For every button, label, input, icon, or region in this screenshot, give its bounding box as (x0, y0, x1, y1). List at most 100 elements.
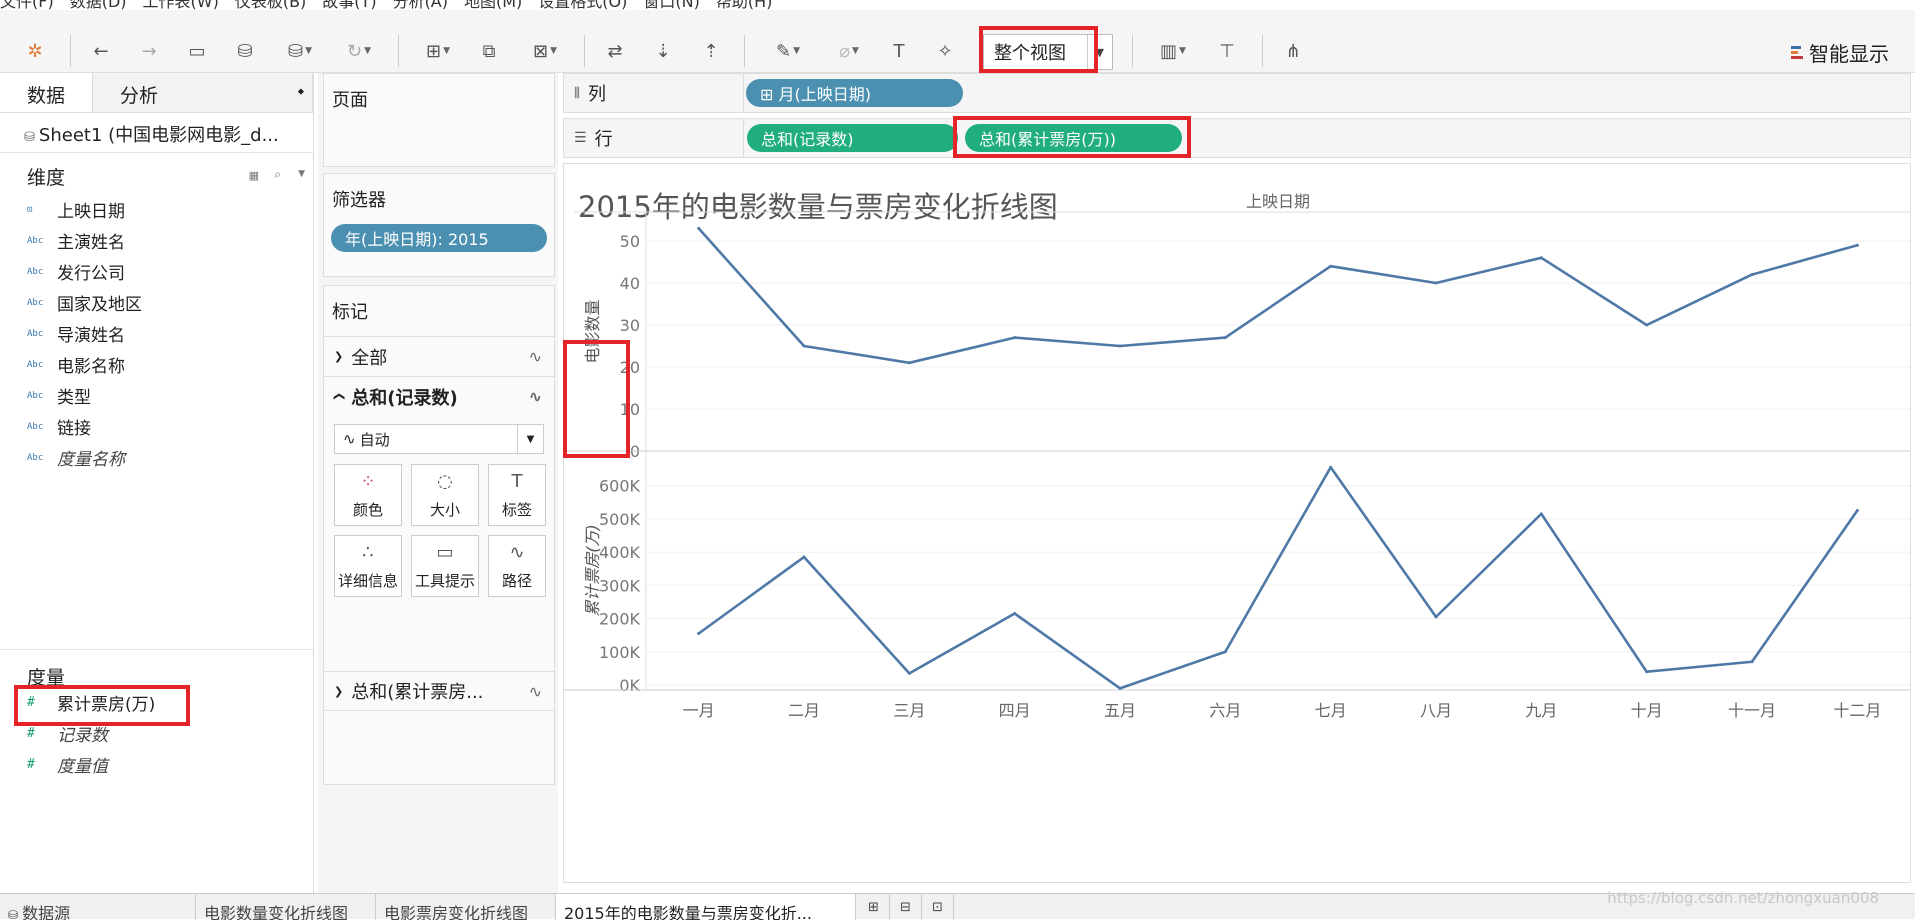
dimension-item[interactable]: Abc 发行公司 (0, 256, 313, 287)
tab-datasource[interactable]: ⛁ 数据源 (0, 894, 196, 920)
data-point[interactable] (1013, 336, 1017, 340)
measure-item[interactable]: # 度量值 (0, 749, 313, 780)
menu-item[interactable]: 工作表(W) (143, 0, 219, 10)
pages-card[interactable]: 页面 (323, 73, 555, 167)
data-point[interactable] (1223, 650, 1227, 654)
menu-item[interactable]: 文件(F) (0, 0, 54, 10)
data-point[interactable] (907, 671, 911, 675)
sort-ascending-icon[interactable]: ⇣ (650, 34, 676, 68)
dimension-item[interactable]: Abc 类型 (0, 380, 313, 411)
marks-all-row[interactable]: ❯ 全部 ∿ (324, 336, 554, 376)
series-line-1[interactable] (697, 466, 1859, 690)
swap-icon[interactable]: ⇄ (602, 34, 628, 68)
forward-icon[interactable]: → (136, 34, 162, 68)
data-point[interactable] (1013, 612, 1017, 616)
datasource-item[interactable]: ⛁ Sheet1 (中国电影网电影_d... (0, 113, 313, 153)
data-point[interactable] (1434, 615, 1438, 619)
columns-shelf[interactable]: ⫼ 列 ⊞ 月(上映日期) (563, 73, 1911, 113)
mark-type-select[interactable]: ∿ 自动 ▼ (334, 424, 544, 454)
marks-button-label[interactable]: T 标签 (488, 464, 546, 526)
smart-show-button[interactable]: 智能显示 (1791, 38, 1889, 67)
menu-item[interactable]: 设置格式(O) (538, 0, 627, 10)
tab-sheet-boxoffice[interactable]: 电影票房变化折线图 (376, 894, 556, 920)
menu-item[interactable]: 仪表板(B) (235, 0, 306, 10)
data-point[interactable] (697, 226, 701, 230)
series-line-0[interactable] (697, 227, 1858, 365)
data-point[interactable] (802, 555, 806, 559)
dimension-item[interactable]: Abc 度量名称 (0, 442, 313, 473)
pin-icon[interactable]: ✧ (932, 34, 958, 68)
data-point[interactable] (1539, 256, 1543, 260)
tab-sheet-combined[interactable]: 2015年的电影数量与票房变化折... (556, 894, 856, 920)
data-point[interactable] (907, 361, 911, 365)
data-point[interactable] (1750, 273, 1754, 277)
marks-button-path[interactable]: ∿ 路径 (488, 535, 546, 597)
new-dashboard-icon[interactable]: ⊟ (892, 894, 922, 920)
dimension-item[interactable]: Abc 国家及地区 (0, 287, 313, 318)
data-point[interactable] (1645, 323, 1649, 327)
menu-item[interactable]: 帮助(H) (716, 0, 773, 10)
menu-item[interactable]: 地图(M) (464, 0, 522, 10)
marks-sum-records-row[interactable]: ❯ 总和(记录数) ∿ (324, 376, 554, 416)
data-point[interactable] (1645, 670, 1649, 674)
tab-analysis[interactable]: 分析 ⬥ (93, 73, 313, 112)
dimension-item[interactable]: Abc 导演姓名 (0, 318, 313, 349)
rows-pill-records[interactable]: 总和(记录数) (747, 124, 958, 152)
data-point[interactable] (1539, 512, 1543, 516)
show-cards-icon[interactable]: ▥ ▼ (1150, 34, 1196, 68)
sort-descending-icon[interactable]: ⇡ (698, 34, 724, 68)
data-point[interactable] (1855, 509, 1859, 513)
menu-item[interactable]: 分析(A) (393, 0, 448, 10)
marks-button-detail[interactable]: ∴ 详细信息 (334, 535, 402, 597)
dimension-item[interactable]: Abc 链接 (0, 411, 313, 442)
marks-button-size[interactable]: ◌ 大小 (411, 464, 479, 526)
data-point[interactable] (1118, 686, 1122, 690)
highlight-icon[interactable]: ✎ ▼ (766, 34, 810, 68)
data-point[interactable] (802, 344, 806, 348)
data-point[interactable] (697, 631, 701, 635)
tab-sheet-count[interactable]: 电影数量变化折线图 (196, 894, 376, 920)
dimension-item[interactable]: ⊡ 上映日期 (0, 194, 313, 225)
chevron-down-icon[interactable]: ▼ (517, 425, 543, 453)
data-point[interactable] (1223, 336, 1227, 340)
data-point[interactable] (1329, 465, 1333, 469)
tab-data[interactable]: 数据 (0, 73, 94, 112)
dimension-item[interactable]: Abc 主演姓名 (0, 225, 313, 256)
view-toggle-icon[interactable]: ▦ (249, 169, 259, 182)
group-icon[interactable]: ⌀ ▼ (826, 34, 872, 68)
show-labels-icon[interactable]: T (886, 34, 912, 68)
new-sheet-icon[interactable]: ⊞ (860, 894, 890, 920)
search-icon[interactable]: ⌕ (274, 167, 281, 182)
filters-card[interactable]: 筛选器 年(上映日期): 2015 (323, 173, 555, 277)
data-point[interactable] (1855, 243, 1859, 247)
tableau-logo-icon[interactable]: ✲ (22, 34, 48, 68)
presentation-icon[interactable]: ⊤ (1214, 34, 1240, 68)
new-sheet-icon[interactable]: ⊞ ▼ (416, 34, 460, 68)
pause-datasource-icon[interactable]: ⛁ ▼ (280, 34, 320, 68)
data-point[interactable] (1750, 660, 1754, 664)
new-datasource-icon[interactable]: ⛁ (232, 34, 258, 68)
back-icon[interactable]: ← (88, 34, 114, 68)
new-story-icon[interactable]: ⊡ (924, 894, 954, 920)
abc-icon: Abc (27, 390, 44, 401)
menu-item[interactable]: 窗口(N) (643, 0, 699, 10)
rows-shelf[interactable]: ☰ 行 总和(记录数) 总和(累计票房(万)) (563, 118, 1911, 158)
duplicate-sheet-icon[interactable]: ⧉ (476, 34, 502, 68)
marks-button-tooltip[interactable]: ▭ 工具提示 (411, 535, 479, 597)
menu-item[interactable]: 数据(D) (70, 0, 127, 10)
clear-sheet-icon[interactable]: ⊠ ▼ (522, 34, 568, 68)
data-point[interactable] (1118, 344, 1122, 348)
dimension-item[interactable]: Abc 电影名称 (0, 349, 313, 380)
chevron-down-icon[interactable]: ▼ (298, 169, 305, 179)
filter-pill-year[interactable]: 年(上映日期): 2015 (331, 224, 547, 252)
menu-item[interactable]: 故事(T) (322, 0, 376, 10)
data-point[interactable] (1434, 281, 1438, 285)
columns-pill-month[interactable]: ⊞ 月(上映日期) (746, 79, 963, 107)
save-icon[interactable]: ▭ (184, 34, 210, 68)
data-point[interactable] (1329, 264, 1333, 268)
share-icon[interactable]: ⋔ (1280, 34, 1306, 68)
refresh-icon[interactable]: ↻ ▼ (338, 34, 380, 68)
marks-button-color[interactable]: ⁘ 颜色 (334, 464, 402, 526)
marks-sum-boxoffice-row[interactable]: ❯ 总和(累计票房... ∿ (324, 671, 554, 711)
line-chart[interactable]: 上映日期01020304050电影数量0K100K200K300K400K500… (564, 164, 1910, 882)
